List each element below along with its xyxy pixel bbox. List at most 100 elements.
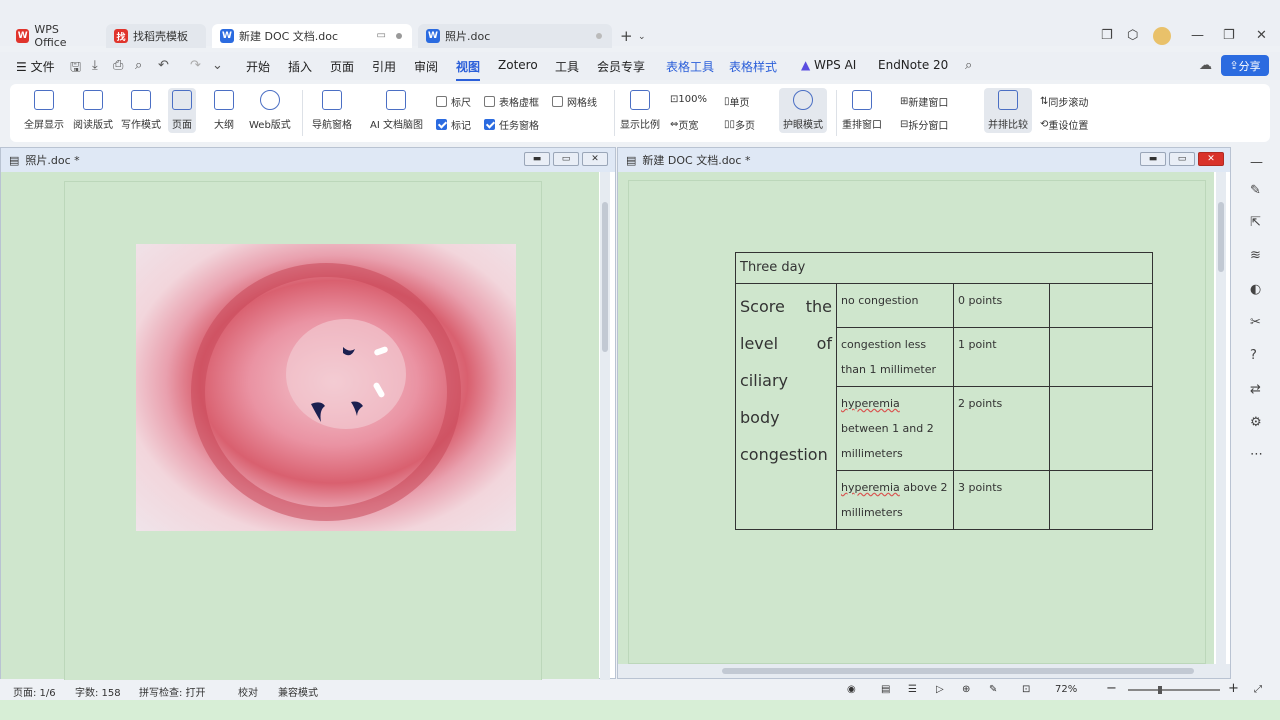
tools-icon[interactable]: ✂: [1250, 315, 1261, 330]
menu-tools[interactable]: 工具: [555, 58, 579, 75]
table-cell[interactable]: [1049, 470, 1153, 530]
side-by-side-button[interactable]: 并排比较: [984, 88, 1032, 133]
window-layout-icon[interactable]: ❐: [1101, 28, 1113, 43]
maximize-button[interactable]: ▭: [553, 152, 579, 166]
adjust-icon[interactable]: ≋: [1250, 248, 1261, 263]
fullscreen-icon[interactable]: ⤢: [1254, 684, 1262, 695]
new-tab-plus-icon[interactable]: +: [620, 27, 633, 45]
unsaved-dot-icon[interactable]: [596, 33, 602, 39]
new-window-button[interactable]: ⊞ 新建窗口: [900, 94, 948, 109]
export-icon[interactable]: ⤓: [92, 58, 98, 73]
sync-scroll-button[interactable]: ⇅ 同步滚动: [1040, 94, 1088, 109]
horizontal-scrollbar[interactable]: [618, 664, 1230, 678]
menu-table-style[interactable]: 表格样式: [729, 58, 777, 75]
translate-icon[interactable]: ⇄: [1250, 382, 1261, 397]
menu-file[interactable]: ☰ 文件: [16, 58, 55, 75]
chevron-down-icon[interactable]: ⌄: [212, 58, 223, 73]
menu-insert[interactable]: 插入: [288, 58, 312, 75]
table-cell[interactable]: [1049, 283, 1153, 328]
play-icon[interactable]: ▷: [936, 684, 944, 695]
tab-wps-office[interactable]: W WPS Office: [8, 23, 100, 49]
minimize-icon[interactable]: —: [1191, 28, 1204, 43]
menu-wps-ai[interactable]: ▲ WPS AI: [801, 58, 856, 72]
score-label-cell[interactable]: Score the level of ciliary body congesti…: [735, 283, 837, 530]
menu-reference[interactable]: 引用: [372, 58, 396, 75]
page-view-icon[interactable]: ▤: [881, 684, 890, 695]
page-view-button[interactable]: 页面: [168, 88, 196, 133]
task-pane-checkbox[interactable]: 任务窗格: [484, 117, 539, 132]
table-cell[interactable]: congestion less than 1 millimeter: [836, 327, 954, 387]
table-cell[interactable]: [1049, 386, 1153, 471]
vertical-scrollbar[interactable]: [600, 172, 610, 680]
web-layout-button[interactable]: Web版式: [249, 90, 291, 131]
single-page-button[interactable]: ▯ 单页: [724, 94, 750, 109]
collapse-icon[interactable]: —: [1250, 155, 1263, 170]
nav-pane-button[interactable]: 导航窗格: [312, 90, 352, 131]
zoom-ratio-button[interactable]: 显示比例: [620, 90, 660, 131]
reset-position-button[interactable]: ⟲ 重设位置: [1040, 117, 1088, 132]
search-icon[interactable]: ⌕: [965, 58, 972, 73]
outline-view-icon[interactable]: ☰: [908, 684, 917, 695]
menu-table-tools[interactable]: 表格工具: [666, 58, 714, 75]
maximize-button[interactable]: ▭: [1169, 152, 1195, 166]
multi-page-button[interactable]: ▯▯ 多页: [724, 117, 755, 132]
select-cursor-icon[interactable]: ⇱: [1250, 215, 1261, 230]
cloud-upload-icon[interactable]: ☁: [1199, 58, 1212, 73]
eye-mode-button[interactable]: 护眼模式: [779, 88, 827, 133]
table-gridlines-checkbox[interactable]: 表格虚框: [484, 94, 539, 109]
minimize-button[interactable]: ▬: [1140, 152, 1166, 166]
tab-new-doc[interactable]: W 新建 DOC 文档.doc ▭: [212, 24, 412, 48]
table-cell[interactable]: 1 point: [953, 327, 1050, 387]
minimize-button[interactable]: ▬: [524, 152, 550, 166]
page-width-button[interactable]: ⇔ 页宽: [670, 117, 698, 132]
scroll-thumb[interactable]: [602, 202, 608, 352]
close-button[interactable]: ✕: [582, 152, 608, 166]
redo-icon[interactable]: ↷: [190, 58, 201, 73]
undo-icon[interactable]: ↶: [158, 58, 169, 73]
unsaved-dot-icon[interactable]: [396, 33, 402, 39]
scroll-thumb[interactable]: [722, 668, 1194, 674]
table-header-cell[interactable]: Three day: [735, 252, 1153, 284]
table-cell[interactable]: hyperemia above 2 millimeters: [836, 470, 954, 530]
spell-check-status[interactable]: 拼写检查: 打开: [139, 684, 206, 699]
table-cell[interactable]: 2 points: [953, 386, 1050, 471]
globe-icon[interactable]: ⊕: [962, 684, 970, 695]
fullscreen-button[interactable]: 全屏显示: [24, 90, 64, 131]
outline-button[interactable]: 大纲: [214, 90, 234, 131]
eye-photo-image[interactable]: [136, 244, 516, 531]
reading-mode-button[interactable]: 阅读版式: [73, 90, 113, 131]
pen-icon[interactable]: ✎: [989, 684, 997, 695]
chevron-down-icon[interactable]: ⌄: [638, 32, 646, 42]
marks-checkbox[interactable]: 标记: [436, 117, 471, 132]
zoom-out-icon[interactable]: −: [1106, 681, 1117, 696]
eye-icon[interactable]: ◉: [847, 684, 856, 695]
share-button[interactable]: ⇪ 分享: [1221, 55, 1269, 76]
fit-page-icon[interactable]: ⊡: [1022, 684, 1030, 695]
proofread-button[interactable]: 校对: [238, 684, 258, 699]
menu-view[interactable]: 视图: [456, 58, 481, 81]
tab-template[interactable]: 找 找稻壳模板: [106, 24, 206, 48]
table-cell[interactable]: 3 points: [953, 470, 1050, 530]
zoom-slider[interactable]: [1128, 686, 1220, 694]
table-cell[interactable]: no congestion: [836, 283, 954, 328]
word-count[interactable]: 字数: 158: [75, 684, 121, 699]
close-icon[interactable]: ✕: [1256, 28, 1267, 43]
save-icon[interactable]: 🖫: [70, 58, 81, 80]
menu-review[interactable]: 审阅: [414, 58, 438, 75]
restore-icon[interactable]: ❐: [1223, 28, 1235, 43]
print-icon[interactable]: ⎙: [113, 58, 123, 73]
table-cell[interactable]: [1049, 327, 1153, 387]
help-icon[interactable]: ?: [1250, 348, 1257, 363]
zoom-in-icon[interactable]: +: [1228, 681, 1239, 696]
avatar[interactable]: [1153, 27, 1171, 45]
page-count[interactable]: 页面: 1/6: [13, 684, 56, 699]
cube-icon[interactable]: ⬡: [1127, 28, 1138, 43]
settings-icon[interactable]: ⚙: [1250, 415, 1262, 430]
close-button[interactable]: ✕: [1198, 152, 1224, 166]
gridlines-checkbox[interactable]: 网格线: [552, 94, 597, 109]
zoom-slider-handle[interactable]: [1158, 686, 1162, 694]
palette-icon[interactable]: ◐: [1250, 282, 1261, 297]
split-window-button[interactable]: ⊟ 拆分窗口: [900, 117, 948, 132]
zoom-level[interactable]: 72%: [1055, 684, 1077, 695]
vertical-scrollbar[interactable]: [1216, 172, 1226, 664]
